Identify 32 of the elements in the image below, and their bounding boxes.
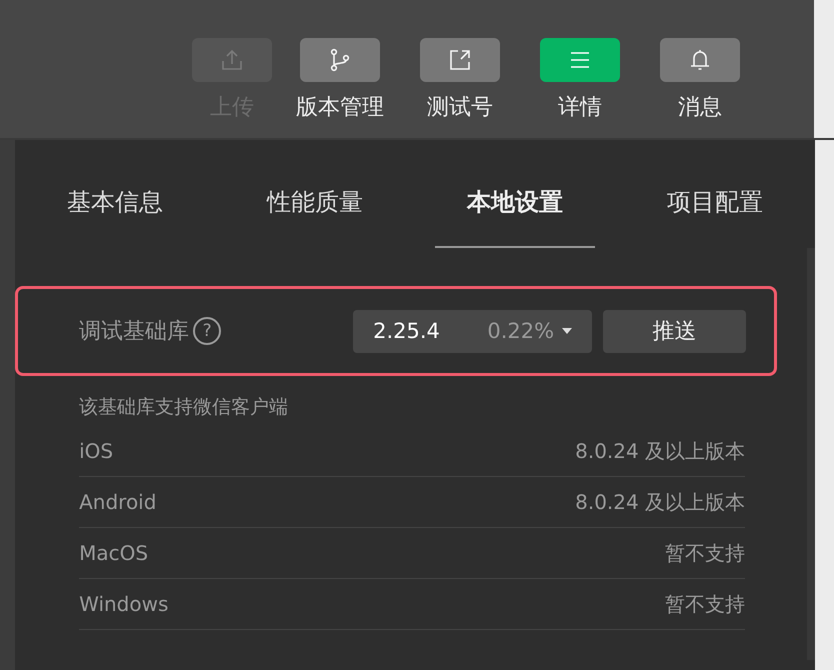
version-requirement: 暂不支持	[665, 540, 746, 566]
toolbar-label: 消息	[678, 94, 722, 122]
usage-percent: 0.22%	[487, 319, 554, 343]
scrollbar[interactable]	[807, 248, 816, 660]
caret-icon	[562, 328, 572, 334]
tab[interactable]: 本地设置	[435, 140, 596, 248]
toolbar-button[interactable]	[300, 38, 380, 82]
platform-name: iOS	[79, 439, 114, 463]
toolbar-label: 版本管理	[296, 94, 384, 122]
section-title: 该基础库支持微信客户端	[79, 395, 290, 420]
tab[interactable]: 性能质量	[215, 140, 416, 248]
tab[interactable]: 基本信息	[15, 140, 216, 248]
toolbar-button[interactable]	[660, 38, 740, 82]
toolbar-button[interactable]	[420, 38, 500, 82]
version-requirement: 8.0.24 及以上版本	[575, 488, 746, 516]
platform-name: MacOS	[79, 541, 148, 565]
version-requirement: 8.0.24 及以上版本	[575, 438, 746, 464]
upload-icon	[220, 48, 244, 72]
external-link-icon	[448, 48, 472, 72]
platform-name: Windows	[79, 592, 168, 616]
version-requirement: 暂不支持	[665, 590, 746, 618]
branch-icon	[328, 48, 352, 72]
version-value: 2.25.4	[373, 319, 440, 343]
push-button[interactable]: 推送	[603, 310, 746, 352]
bell-icon	[688, 48, 712, 72]
toolbar-label: 详情	[558, 94, 602, 122]
help-icon[interactable]: ?	[193, 317, 222, 345]
toolbar-label: 测试号	[427, 94, 493, 122]
version-dropdown[interactable]: 2.25.4 0.22%	[353, 310, 592, 352]
setting-label: 调试基础库	[79, 318, 190, 346]
platform-name: Android	[79, 490, 156, 514]
tab[interactable]: 项目配置	[615, 140, 816, 248]
